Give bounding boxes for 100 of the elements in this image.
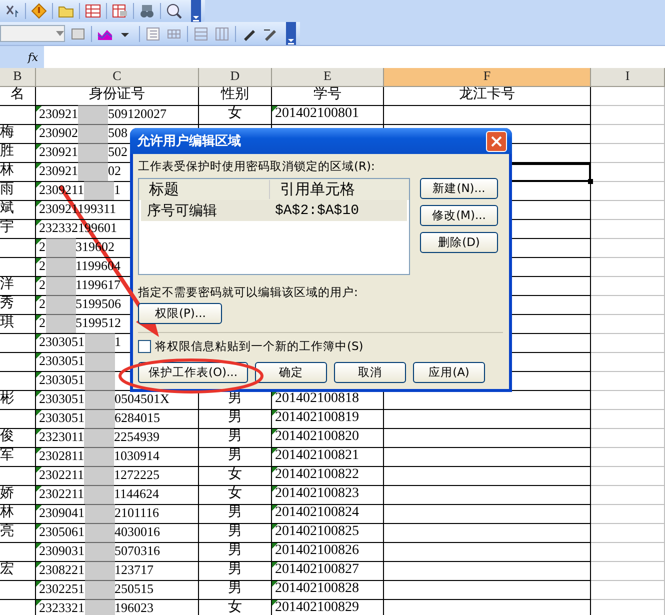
table-cell-text: 2305061 xyxy=(39,524,84,541)
table-cell-text: 2254939 xyxy=(114,429,160,446)
column-header[interactable]: D xyxy=(199,68,272,87)
table-cell-text: 2302811 xyxy=(39,448,84,465)
table-cell xyxy=(0,581,36,600)
ranges-list[interactable]: 标题 引用单元格 序号可编辑 $A$2:$A$10 xyxy=(138,178,410,275)
dialog-button[interactable]: 确定 xyxy=(255,362,327,383)
dialog-button[interactable]: 修改(M)... xyxy=(420,205,498,226)
dialog-button[interactable]: 保护工作表(O)... xyxy=(138,362,248,383)
close-button[interactable] xyxy=(486,130,507,152)
card-icon[interactable] xyxy=(70,26,86,42)
table-cell-text: 230921 xyxy=(39,163,78,180)
table-cell: 女 xyxy=(199,467,272,486)
table-cell-text: 2303051 xyxy=(39,410,84,427)
checkbox[interactable] xyxy=(138,340,151,353)
table-cell-text: 508 xyxy=(108,125,128,142)
table-cell-text: 6284015 xyxy=(114,410,160,427)
table-cell[interactable] xyxy=(384,410,591,429)
column-header[interactable]: F xyxy=(384,68,591,87)
table-cell xyxy=(0,543,36,562)
table-cell-text: 1144624 xyxy=(114,486,160,503)
table-cell: 201402100823 xyxy=(272,486,384,505)
binoculars-icon[interactable] xyxy=(139,3,155,19)
list-row[interactable]: 序号可编辑 $A$2:$A$10 xyxy=(141,200,407,221)
table-cell: 女 xyxy=(199,106,272,125)
chevron-icon[interactable] xyxy=(288,37,294,45)
permissions-button[interactable]: 权限(P)... xyxy=(138,303,222,324)
redaction-blur xyxy=(84,371,114,390)
column-header[interactable]: I xyxy=(591,68,665,87)
table-cell: 宏 xyxy=(0,562,36,581)
header-cell: 名 xyxy=(0,87,36,106)
table-cell-text: 2302251 xyxy=(39,581,84,598)
table-cell[interactable] xyxy=(384,562,591,581)
table-cell[interactable] xyxy=(384,429,591,448)
sort-icon[interactable] xyxy=(4,3,20,19)
magnifier-icon[interactable] xyxy=(166,3,182,19)
redaction-blur xyxy=(84,466,114,485)
redaction-blur xyxy=(84,409,114,428)
redaction-blur xyxy=(78,124,108,143)
table-cell: 洋 xyxy=(0,277,36,296)
table-cell: 俊 xyxy=(0,429,36,448)
table-cell-text: 5199506 xyxy=(76,296,121,313)
list-icon[interactable] xyxy=(145,26,161,42)
table-cell-text: 230921 xyxy=(39,144,78,161)
checkbox-label[interactable]: 将权限信息粘贴到一个新的工作簿中(S) xyxy=(155,339,364,354)
dialog-button[interactable]: 应用(A) xyxy=(413,362,485,383)
chevron-icon[interactable] xyxy=(193,14,199,22)
table-cell: 男 xyxy=(199,448,272,467)
redaction-blur xyxy=(84,542,114,561)
table-cell: 201402100819 xyxy=(272,410,384,429)
table-cell[interactable] xyxy=(384,581,591,600)
table-cell: 201402100824 xyxy=(272,505,384,524)
column-header[interactable]: B xyxy=(0,68,36,87)
table-cell[interactable] xyxy=(384,486,591,505)
table-icon[interactable] xyxy=(85,3,101,19)
table-cell: 男 xyxy=(199,562,272,581)
redaction-blur xyxy=(46,314,76,333)
table-cell: 女 xyxy=(199,486,272,505)
table-cell[interactable] xyxy=(384,467,591,486)
close-icon xyxy=(491,136,502,146)
redaction-blur xyxy=(84,352,114,371)
table-cell: 男 xyxy=(199,429,272,448)
redaction-blur xyxy=(84,181,114,200)
column-header[interactable]: C xyxy=(36,68,199,87)
table-cell-text: 2302211 xyxy=(39,486,84,503)
section-label: 指定不需要密码就可以编辑该区域的用户: xyxy=(138,285,359,300)
table-cell[interactable] xyxy=(384,106,591,125)
table-cell[interactable] xyxy=(384,543,591,562)
redaction-blur xyxy=(84,504,114,523)
warning-icon[interactable] xyxy=(31,3,47,19)
column-header[interactable]: E xyxy=(272,68,384,87)
list-column-header[interactable]: 标题 xyxy=(139,180,270,199)
table-eraser-icon[interactable] xyxy=(112,3,128,19)
redaction-blur xyxy=(84,561,114,580)
dialog-button[interactable]: 删除(D) xyxy=(420,232,498,253)
table-cell: 201402100801 xyxy=(272,106,384,125)
table-cell-text: 4030016 xyxy=(114,524,160,541)
table-cell-text: 2 xyxy=(39,239,46,256)
dropdown-field[interactable] xyxy=(0,25,65,42)
table-cell: 男 xyxy=(199,581,272,600)
table-cell-text: 2 xyxy=(39,296,46,313)
list-column-header[interactable]: 引用单元格 xyxy=(270,180,355,199)
dialog-button[interactable]: 新建(N)... xyxy=(420,178,498,199)
table-cell: 2323321 xyxy=(39,600,84,615)
table-cell[interactable] xyxy=(384,524,591,543)
table-cell-text: 2303051 xyxy=(39,353,84,370)
table-cell-text: 02 xyxy=(108,163,121,180)
function-label[interactable]: fx xyxy=(22,46,44,68)
table-cell-text: 230902 xyxy=(39,125,78,142)
table-cell-text: 2303051 xyxy=(39,391,84,408)
header-cell: 学号 xyxy=(272,87,384,106)
table-cell: 201402100825 xyxy=(272,524,384,543)
redaction-blur xyxy=(46,238,76,257)
table-cell[interactable] xyxy=(384,505,591,524)
table-cell[interactable] xyxy=(384,448,591,467)
redaction-blur xyxy=(84,428,114,447)
table-cell xyxy=(0,334,36,353)
table-cell-text: 2309041 xyxy=(39,505,84,522)
dialog-button[interactable]: 取消 xyxy=(334,362,406,383)
table-cell: 201402100829 xyxy=(272,600,384,615)
